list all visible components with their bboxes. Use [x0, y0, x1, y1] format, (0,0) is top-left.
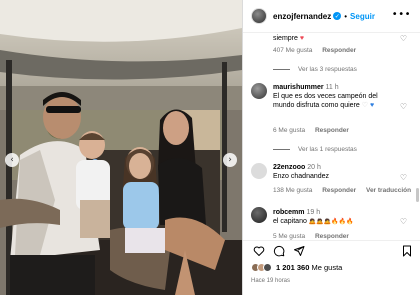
view-replies-button[interactable]: Ver las 1 respuestas	[273, 146, 357, 153]
commenter-avatar[interactable]	[251, 83, 267, 99]
next-photo-button[interactable]: ›	[223, 153, 237, 167]
likes-suffix: Me gusta	[311, 263, 343, 272]
commenter-avatar-default[interactable]	[251, 163, 267, 179]
comment-body: el capitano	[273, 218, 307, 225]
comment-meta: 6 Me gusta Responder	[273, 127, 357, 134]
comment-body: siempre	[273, 35, 298, 42]
family-photo-image	[0, 0, 242, 295]
comment-meta: 407 Me gusta Responder	[273, 47, 364, 54]
comment-emojis: 🙇🙇🙇🔥🔥🔥	[308, 218, 354, 225]
commenter-avatar[interactable]	[251, 207, 267, 223]
white-heart-emoji: ♡	[361, 102, 369, 109]
likes-summary[interactable]: 1 201 360 Me gusta	[251, 263, 342, 272]
more-options-icon[interactable]: •••	[392, 10, 411, 20]
comment-like-heart-icon[interactable]: ♡	[400, 35, 407, 43]
liker-avatar	[263, 263, 272, 272]
bookmark-icon[interactable]	[401, 245, 413, 257]
comment-meta: 138 Me gusta Responder Ver traducción	[273, 187, 419, 194]
instagram-post-modal: ‹ › enzojfernandez ✓ • Seguir ••• siempr…	[0, 0, 420, 295]
likes-count[interactable]: 1 201 360 Me gusta	[276, 263, 342, 272]
like-heart-icon[interactable]	[253, 245, 265, 257]
comment-like-count: 407 Me gusta	[273, 47, 313, 54]
comment-time: 20 h	[307, 164, 321, 171]
comment-like-count: 5 Me gusta	[273, 233, 306, 240]
chevron-right-icon: ›	[228, 154, 232, 165]
replies-line-icon	[273, 149, 290, 150]
comment-text: robcemm 19 h el capitano 🙇🙇🙇🔥🔥🔥	[273, 208, 395, 226]
view-replies-label: Ver las 1 respuestas	[298, 146, 357, 153]
comment-like-heart-icon[interactable]: ♡	[400, 103, 407, 111]
comment-time: 11 h	[325, 84, 339, 91]
comments-list[interactable]: siempre ♥ ♡ 407 Me gusta Responder Ver l…	[243, 33, 420, 240]
post-header: enzojfernandez ✓ • Seguir •••	[243, 0, 420, 33]
view-replies-button[interactable]: Ver las 3 respuestas	[273, 66, 357, 73]
comment-meta: 5 Me gusta Responder	[273, 233, 357, 240]
verified-badge-icon: ✓	[333, 12, 342, 20]
commenter-username[interactable]: 22enzooo	[273, 164, 305, 171]
comment-text: 22enzooo 20 h Enzo chadnandez	[273, 163, 395, 181]
author-username[interactable]: enzojfernandez	[273, 12, 331, 21]
translate-button[interactable]: Ver traducción	[366, 187, 411, 194]
comment-like-heart-icon[interactable]: ♡	[400, 218, 407, 226]
reply-button[interactable]: Responder	[322, 187, 356, 194]
commenter-username[interactable]: maurishummer	[273, 84, 324, 91]
post-actions-bar: 1 201 360 Me gusta Hace 19 horas	[243, 240, 420, 295]
likes-number: 1 201 360	[276, 263, 310, 272]
comment-like-count: 138 Me gusta	[273, 187, 313, 194]
reply-button[interactable]: Responder	[315, 127, 349, 134]
chevron-left-icon: ‹	[10, 154, 14, 165]
comment-time: 19 h	[306, 209, 321, 216]
replies-line-icon	[273, 69, 290, 70]
follow-button[interactable]: Seguir	[350, 12, 375, 21]
author-avatar[interactable]	[251, 8, 267, 24]
post-side-panel: enzojfernandez ✓ • Seguir ••• siempre ♥ …	[242, 0, 420, 295]
comment-body: Enzo chadnandez	[273, 173, 330, 180]
separator-dot: •	[344, 11, 348, 21]
comment-like-heart-icon[interactable]: ♡	[400, 174, 407, 182]
post-photo[interactable]: ‹ ›	[0, 0, 242, 295]
post-timestamp[interactable]: Hace 19 horas	[251, 278, 290, 284]
comment-like-count: 6 Me gusta	[273, 127, 306, 134]
blue-heart-emoji: ♥	[369, 102, 375, 109]
red-heart-emoji: ♥	[299, 35, 305, 42]
view-replies-label: Ver las 3 respuestas	[298, 66, 357, 73]
comment-text: maurishummer 11 h El que es dos veces ca…	[273, 83, 395, 110]
comment-icon[interactable]	[273, 245, 285, 257]
share-icon[interactable]	[293, 245, 305, 257]
previous-photo-button[interactable]: ‹	[5, 153, 19, 167]
commenter-username[interactable]: robcemm	[273, 209, 305, 216]
reply-button[interactable]: Responder	[315, 233, 349, 240]
reply-button[interactable]: Responder	[322, 47, 356, 54]
comments-scrollbar[interactable]	[416, 188, 419, 202]
comment-text: siempre ♥	[273, 34, 395, 43]
